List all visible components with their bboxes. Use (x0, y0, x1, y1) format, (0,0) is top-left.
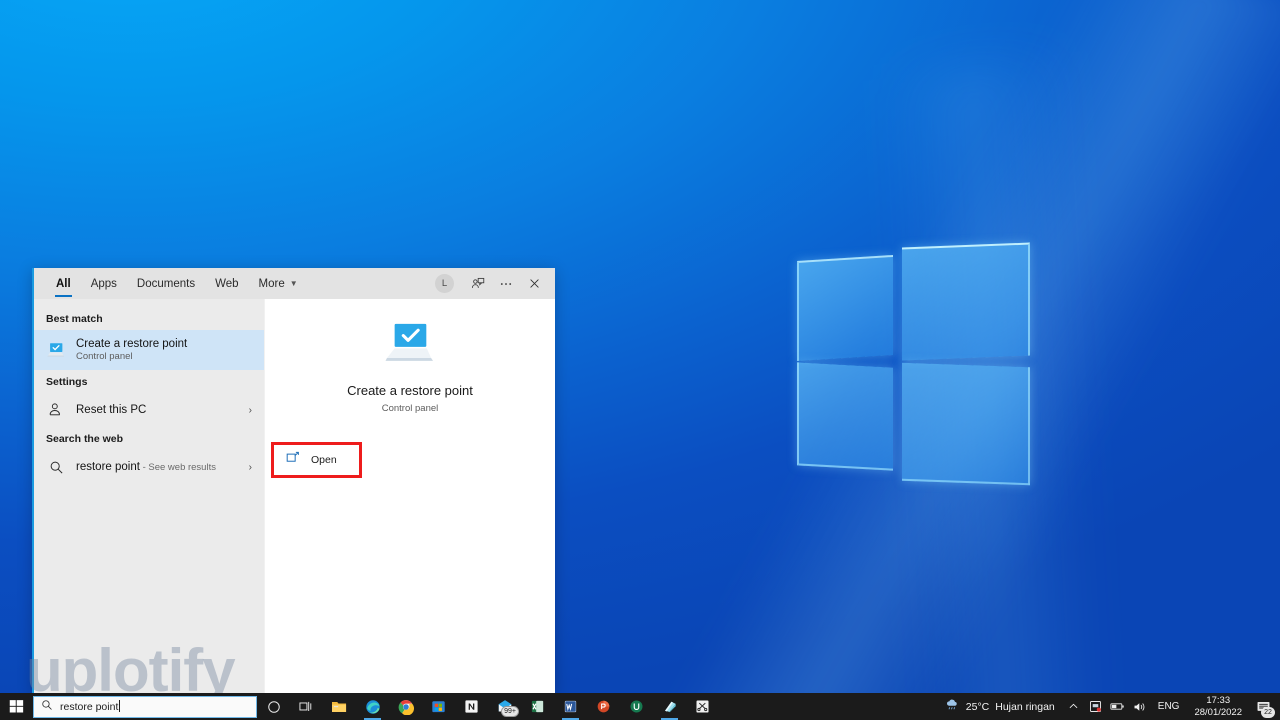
volume-icon[interactable] (1129, 693, 1151, 720)
open-highlight-annotation: Open (271, 442, 362, 478)
tab-apps[interactable]: Apps (81, 268, 127, 299)
result-text-block: restore point - See web results (76, 461, 239, 473)
result-text-block: Reset this PC (76, 403, 239, 417)
weather-icon (945, 698, 960, 716)
tab-documents[interactable]: Documents (127, 268, 205, 299)
taskbar-clock[interactable]: 17:33 28/01/2022 (1186, 695, 1250, 718)
wallpaper-pane-bottom-right (902, 362, 1030, 486)
restore-point-icon (46, 341, 66, 360)
chevron-down-icon: ▼ (289, 278, 298, 288)
result-item-reset-this-pc[interactable]: Reset this PC › (34, 393, 264, 427)
restore-point-icon (383, 321, 437, 369)
taskbar-item-task-view[interactable] (290, 693, 323, 720)
tab-more[interactable]: More ▼ (249, 268, 308, 299)
taskbar-search-box[interactable]: restore point (33, 695, 257, 718)
tab-more-label: More (258, 277, 285, 290)
preview-subtitle: Control panel (381, 403, 439, 414)
system-tray: 25°C Hujan ringan ENG 17:33 28/01/2022 2… (937, 693, 1280, 720)
windows-wallpaper-logo (795, 240, 1030, 492)
clock-date: 28/01/2022 (1194, 706, 1242, 718)
notification-center-button[interactable]: 22 (1250, 693, 1276, 720)
language-indicator[interactable]: ENG (1151, 701, 1187, 712)
battery-icon[interactable] (1107, 693, 1129, 720)
wallpaper-pane-bottom-left (797, 362, 893, 471)
search-preview-pane: Create a restore point Control panel Ope… (264, 299, 555, 695)
taskbar-item-powerpoint[interactable] (587, 693, 620, 720)
wallpaper-pane-top-right (902, 242, 1030, 361)
taskbar-item-notebook-app[interactable] (653, 693, 686, 720)
search-panel-header: All Apps Documents Web More ▼ L (34, 268, 555, 299)
search-icon (41, 698, 53, 716)
tab-web-label: Web (215, 277, 239, 290)
clock-time: 17:33 (1206, 694, 1231, 706)
search-tabs: All Apps Documents Web More ▼ (46, 268, 308, 299)
taskbar-item-excel[interactable] (521, 693, 554, 720)
taskbar-item-mail[interactable]: 99+ (488, 693, 521, 720)
tab-apps-label: Apps (90, 277, 117, 290)
taskbar-weather-widget[interactable]: 25°C Hujan ringan (937, 698, 1063, 716)
section-label-best-match: Best match (46, 313, 103, 325)
chevron-right-icon[interactable]: › (249, 405, 256, 416)
chevron-right-icon[interactable]: › (249, 462, 256, 473)
security-icon[interactable] (1085, 693, 1107, 720)
mail-badge: 99+ (501, 706, 519, 717)
result-subtitle: - See web results (139, 462, 216, 473)
result-text-block: Create a restore point Control panel (76, 337, 256, 364)
weather-description: Hujan ringan (995, 700, 1055, 713)
taskbar-item-notion[interactable] (455, 693, 488, 720)
search-icon (46, 460, 66, 475)
preview-actions: Open (265, 442, 555, 478)
wallpaper-pane-top-left (797, 254, 893, 362)
taskbar-item-microsoft-store[interactable] (422, 693, 455, 720)
avatar[interactable]: L (435, 274, 454, 293)
section-label-settings: Settings (46, 376, 88, 388)
more-options-icon[interactable] (493, 271, 519, 297)
taskbar-item-snipping-tool[interactable] (686, 693, 719, 720)
tab-documents-label: Documents (136, 277, 196, 290)
result-item-web-restore-point[interactable]: restore point - See web results › (34, 450, 264, 484)
result-title-row: restore point - See web results (76, 461, 239, 473)
search-panel-body: Best match Create a restore point Contro… (34, 299, 555, 695)
close-icon[interactable] (521, 271, 547, 297)
taskbar-item-google-chrome[interactable] (389, 693, 422, 720)
taskbar: restore point 99+ 25°C Hujan ringan ENG … (0, 693, 1280, 720)
weather-temperature: 25°C (965, 700, 990, 713)
taskbar-item-word[interactable] (554, 693, 587, 720)
taskbar-item-cortana[interactable] (257, 693, 290, 720)
section-label-search-the-web: Search the web (46, 433, 124, 445)
windows-search-panel: All Apps Documents Web More ▼ L Best mat… (32, 268, 555, 695)
taskbar-search-input[interactable]: restore point (60, 700, 121, 713)
result-item-create-restore-point[interactable]: Create a restore point Control panel (34, 330, 264, 370)
taskbar-item-file-explorer[interactable] (323, 693, 356, 720)
result-subtitle: Control panel (76, 351, 133, 363)
feedback-icon[interactable] (465, 271, 491, 297)
reset-pc-icon (46, 402, 66, 418)
search-panel-header-actions: L (435, 268, 547, 299)
result-title: restore point (76, 461, 140, 473)
open-button-label: Open (311, 454, 337, 466)
text-cursor (119, 700, 121, 712)
avatar-initial: L (441, 278, 448, 289)
taskbar-items: 99+ (257, 693, 719, 720)
tab-web[interactable]: Web (205, 268, 248, 299)
start-button[interactable] (0, 693, 32, 720)
search-input-value: restore point (60, 701, 119, 713)
taskbar-item-microsoft-edge[interactable] (356, 693, 389, 720)
notification-badge: 22 (1261, 707, 1275, 718)
show-hidden-icons-button[interactable] (1063, 693, 1085, 720)
taskbar-item-u-app[interactable] (620, 693, 653, 720)
tab-all-label: All (56, 277, 71, 290)
open-external-icon (286, 451, 300, 469)
open-button[interactable]: Open (274, 445, 359, 475)
preview-title: Create a restore point (347, 383, 473, 398)
result-title: Create a restore point (76, 337, 188, 350)
result-title: Reset this PC (76, 403, 147, 416)
tab-all[interactable]: All (46, 268, 81, 299)
search-results-list: Best match Create a restore point Contro… (34, 299, 264, 695)
